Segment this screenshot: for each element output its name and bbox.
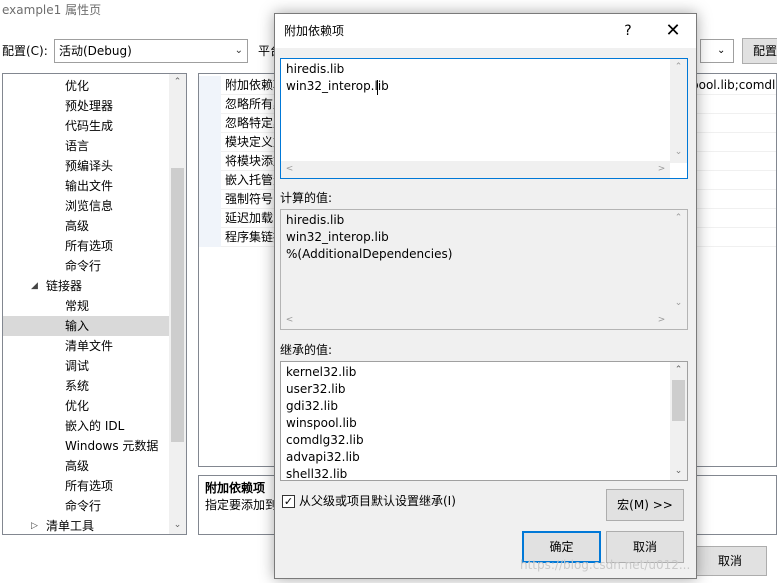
help-icon[interactable]: ? — [618, 14, 638, 48]
chevron-down-icon[interactable]: ⌄ — [670, 463, 687, 480]
computed-values-label: 计算的值: — [280, 191, 333, 205]
tree-item[interactable]: 代码生成 — [3, 116, 169, 136]
dependencies-textarea[interactable]: hiredis.lib win32_interop.lib ⌃ ⌄ < > — [280, 58, 688, 179]
config-manager-button[interactable]: 配置 — [742, 38, 777, 64]
inherit-checkbox[interactable]: ✓ — [282, 495, 295, 508]
chevron-left-icon[interactable]: < — [281, 312, 298, 329]
edit-vscrollbar[interactable]: ⌃ ⌄ — [670, 59, 687, 163]
tree-item[interactable]: 命令行 — [3, 256, 169, 276]
computed-line: %(AdditionalDependencies) — [286, 247, 453, 261]
edit-line: hiredis.lib — [286, 62, 345, 76]
config-label: 配置(C): — [2, 44, 48, 58]
edit-hscrollbar[interactable]: < > — [281, 161, 670, 178]
inherited-line: advapi32.lib — [286, 450, 360, 464]
chevron-right-icon[interactable]: > — [653, 312, 670, 329]
inherited-line: user32.lib — [286, 382, 346, 396]
tree-item-linker[interactable]: ◢ 链接器 — [3, 276, 169, 296]
chevron-down-icon[interactable]: ⌄ — [670, 144, 687, 161]
inherited-line: gdi32.lib — [286, 399, 338, 413]
tree-item[interactable]: 系统 — [3, 376, 169, 396]
tree-scrollbar[interactable]: ⌃ ⌄ — [169, 74, 186, 534]
chevron-up-icon[interactable]: ⌃ — [169, 74, 186, 91]
chevron-left-icon[interactable]: < — [281, 161, 298, 178]
inherit-checkbox-label[interactable]: 从父级或项目默认设置继承(I) — [299, 493, 456, 510]
tree-item[interactable]: 语言 — [3, 136, 169, 156]
inherited-values-label: 继承的值: — [280, 343, 333, 357]
tree-item[interactable]: 所有选项 — [3, 236, 169, 256]
platform-select[interactable]: ⌄ — [700, 39, 734, 63]
close-icon[interactable]: ✕ — [660, 14, 686, 48]
chevron-down-icon: ⌄ — [234, 45, 243, 56]
tree-item[interactable]: 预编译头 — [3, 156, 169, 176]
chevron-up-icon[interactable]: ⌃ — [670, 210, 687, 227]
computed-line: hiredis.lib — [286, 213, 345, 227]
tree-item[interactable]: 输出文件 — [3, 176, 169, 196]
inherited-vscrollbar[interactable]: ⌃ ⌄ — [670, 362, 687, 480]
tree-item[interactable]: 所有选项 — [3, 476, 169, 496]
scroll-thumb[interactable] — [171, 168, 184, 442]
computed-vscrollbar[interactable]: ⌃ ⌄ — [670, 210, 687, 312]
tree-item[interactable]: 命令行 — [3, 496, 169, 516]
tree-item[interactable]: 高级 — [3, 216, 169, 236]
property-tree[interactable]: 优化 预处理器 代码生成 语言 预编译头 输出文件 浏览信息 高级 所有选项 命… — [2, 73, 187, 535]
tree-item-manifest-tool[interactable]: ▷ 清单工具 — [3, 516, 169, 534]
watermark: https://blog.csdn.net/u012... — [520, 558, 691, 572]
computed-values-box[interactable]: hiredis.lib win32_interop.lib %(Addition… — [280, 209, 688, 330]
inherited-values-box[interactable]: kernel32.lib user32.lib gdi32.lib winspo… — [280, 361, 688, 481]
inherited-line: shell32.lib — [286, 467, 348, 481]
tree-item[interactable]: 高级 — [3, 456, 169, 476]
tree-item[interactable]: 常规 — [3, 296, 169, 316]
chevron-down-icon: ⌄ — [717, 45, 726, 56]
inherited-line: winspool.lib — [286, 416, 357, 430]
edit-line: win32_interop.lib — [286, 79, 389, 93]
chevron-right-icon[interactable]: > — [653, 161, 670, 178]
text-caret — [377, 80, 378, 95]
config-select-value: 活动(Debug) — [59, 44, 132, 58]
additional-dependencies-dialog: 附加依赖项 ? ✕ hiredis.lib win32_interop.lib … — [274, 13, 697, 579]
tree-item[interactable]: 预处理器 — [3, 96, 169, 116]
tree-item[interactable]: 浏览信息 — [3, 196, 169, 216]
chevron-down-icon[interactable]: ⌄ — [169, 517, 186, 534]
dialog-titlebar: 附加依赖项 ? ✕ — [275, 14, 696, 48]
chevron-down-icon[interactable]: ⌄ — [670, 295, 687, 312]
tree-item[interactable]: 调试 — [3, 356, 169, 376]
background-cancel-button[interactable]: 取消 — [693, 546, 767, 576]
inherited-line: kernel32.lib — [286, 365, 357, 379]
tree-item[interactable]: 优化 — [3, 396, 169, 416]
checkmark-icon: ✓ — [283, 495, 294, 508]
tree-item[interactable]: 优化 — [3, 76, 169, 96]
tree-item[interactable]: 嵌入的 IDL — [3, 416, 169, 436]
tree-item-selected[interactable]: 输入 — [3, 316, 169, 336]
scroll-thumb[interactable] — [672, 380, 685, 421]
computed-line: win32_interop.lib — [286, 230, 389, 244]
dialog-title: 附加依赖项 — [284, 24, 345, 38]
tree-item[interactable]: Windows 元数据 — [3, 436, 169, 456]
chevron-up-icon[interactable]: ⌃ — [670, 59, 687, 76]
inherited-line: comdlg32.lib — [286, 433, 364, 447]
config-select[interactable]: 活动(Debug) ⌄ — [54, 39, 248, 63]
computed-hscrollbar[interactable]: < > — [281, 312, 670, 329]
macro-button[interactable]: 宏(M) >> — [606, 489, 684, 521]
chevron-up-icon[interactable]: ⌃ — [670, 362, 687, 379]
expanded-triangle-icon[interactable]: ◢ — [31, 276, 38, 296]
collapsed-triangle-icon[interactable]: ▷ — [31, 516, 38, 534]
tree-item[interactable]: 清单文件 — [3, 336, 169, 356]
